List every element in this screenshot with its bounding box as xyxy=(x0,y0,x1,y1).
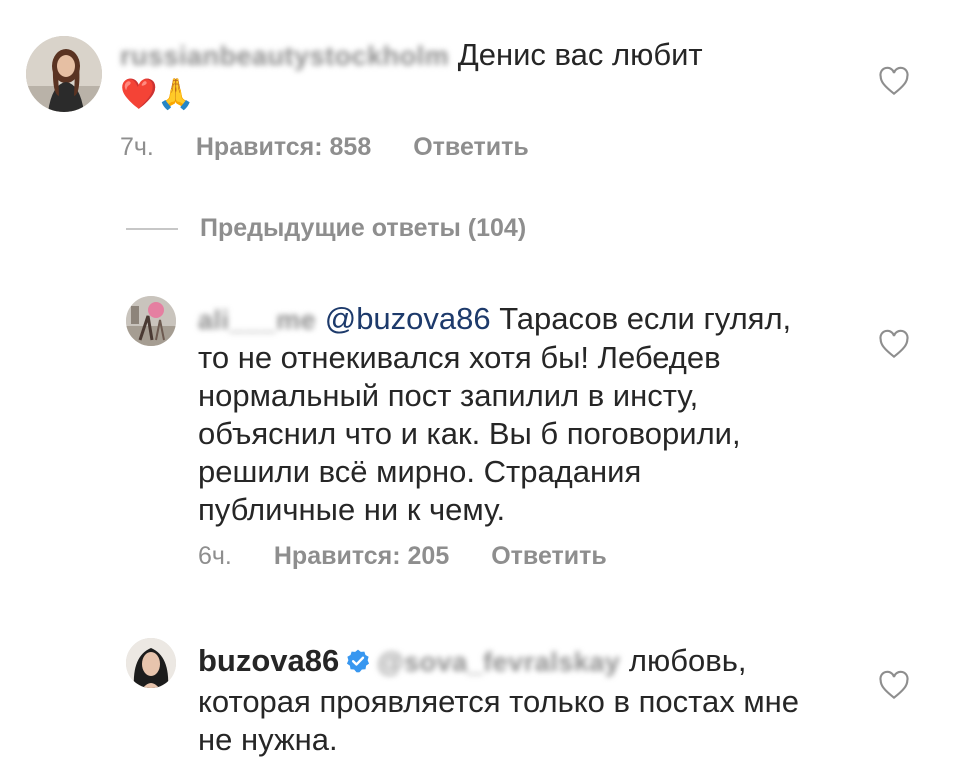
reply-button[interactable]: Ответить xyxy=(491,542,607,571)
timestamp: 7ч. xyxy=(120,133,154,161)
like-button[interactable] xyxy=(878,66,910,96)
comment-body: buzova86 @sova_fevralskay любовь, которая… xyxy=(198,642,838,759)
comment-text: Денис вас любит xyxy=(457,37,703,72)
username-link[interactable]: buzova86 xyxy=(198,643,339,678)
previous-replies-label: Предыдущие ответы (104) xyxy=(200,214,527,242)
heart-outline-icon xyxy=(879,329,909,359)
verified-badge-icon xyxy=(345,645,371,683)
timestamp: 6ч. xyxy=(198,542,232,570)
like-button[interactable] xyxy=(878,670,910,700)
reply-button[interactable]: Ответить xyxy=(413,133,529,162)
likes-count[interactable]: Нравится: 205 xyxy=(274,542,449,571)
comment-meta: 6ч. Нравится: 205 Ответить xyxy=(198,542,607,571)
comment-body: ali___me @buzova86 Тарасов если гулял, т… xyxy=(198,300,798,529)
comment-body: russianbeautystockholm Денис вас любит ❤… xyxy=(120,36,820,114)
avatar[interactable] xyxy=(126,296,176,346)
like-button[interactable] xyxy=(878,329,910,359)
mention-link[interactable]: @buzova86 xyxy=(325,301,491,336)
avatar[interactable] xyxy=(126,638,176,688)
heart-outline-icon xyxy=(879,670,909,700)
username-blurred[interactable]: ali___me xyxy=(198,301,316,339)
comment-emoji: ❤️🙏 xyxy=(120,77,195,112)
previous-replies-toggle[interactable]: Предыдущие ответы (104) xyxy=(126,214,526,243)
username-blurred[interactable]: russianbeautystockholm xyxy=(120,37,449,75)
heart-outline-icon xyxy=(879,66,909,96)
divider xyxy=(126,227,178,230)
likes-count[interactable]: Нравится: 858 xyxy=(196,133,371,162)
avatar[interactable] xyxy=(26,36,102,112)
mention-blurred[interactable]: @sova_fevralskay xyxy=(377,643,620,681)
comment-meta: 7ч. Нравится: 858 Ответить xyxy=(120,133,529,162)
